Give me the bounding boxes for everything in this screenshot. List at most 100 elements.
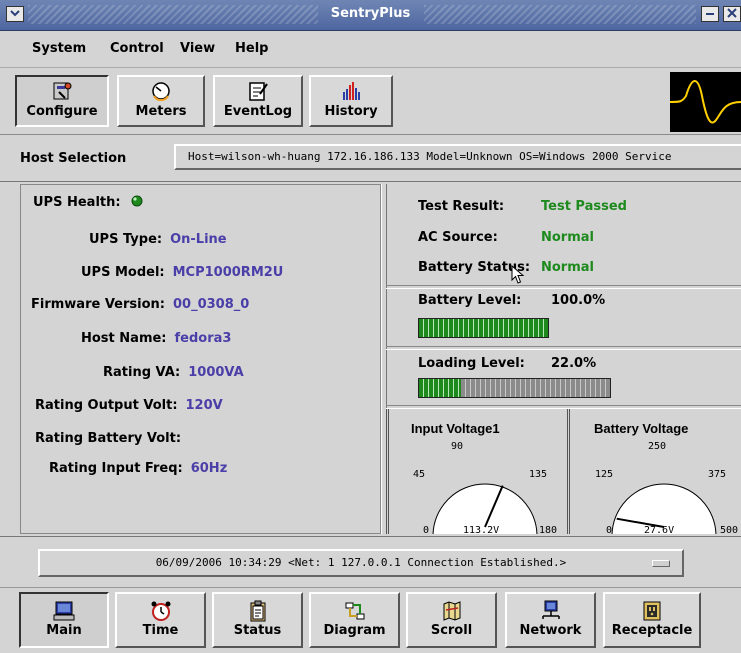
input-gauge-reading: 113.2V [463,525,499,534]
host-name-row: Host Name: fedora3 [81,331,231,346]
receptacle-label: Receptacle [611,623,693,638]
network-button[interactable]: Network [505,592,596,648]
menu-bar: System Control View Help [0,31,741,68]
battery-gauge-tick-375: 375 [708,469,726,480]
firmware-label: Firmware Version: [31,297,165,312]
input-gauge-tick-90: 90 [451,441,463,452]
rating-input-freq-row: Rating Input Freq: 60Hz [49,461,227,476]
ups-type-row: UPS Type: On-Line [89,232,227,247]
meters-button[interactable]: Meters [117,75,205,127]
ac-source-value: Normal [541,230,594,245]
health-status-icon [131,195,143,207]
host-selection-field[interactable]: Host=wilson-wh-huang 172.16.186.133 Mode… [174,144,741,170]
ac-source-label: AC Source: [418,230,498,245]
input-voltage-title: Input Voltage1 [411,421,500,436]
battery-level-label: Battery Level: [418,293,522,308]
loading-level-fill [419,379,461,397]
input-voltage-gauge-svg: Input Voltage1 90 45 135 0 180 113.2V [411,421,557,537]
menu-view-label: View [180,41,216,56]
input-gauge-tick-0: 0 [423,525,429,534]
battery-status-value: Normal [541,260,594,275]
status-message-field[interactable]: 06/09/2006 10:34:29 <Net: 1 127.0.0.1 Co… [38,549,684,577]
status-label: Status [233,623,282,638]
rating-va-label: Rating VA: [103,365,181,380]
battery-gauge-tick-250: 250 [648,441,666,452]
host-selection-bar: Host Selection Host=wilson-wh-huang 172.… [0,135,741,182]
rating-va-row: Rating VA: 1000VA [103,365,244,380]
loading-level-bar [418,378,611,398]
firmware-value: 00_0308_0 [173,297,250,312]
rating-battery-volt-row: Rating Battery Volt: [35,431,189,446]
minimize-icon [706,13,714,15]
ups-info-panel: UPS Health: UPS Type: On-Line UPS Model: M… [20,184,381,534]
test-result-value: Test Passed [541,199,627,214]
battery-gauge-tick-0: 0 [606,525,612,534]
rating-output-volt-value: 120V [185,398,223,413]
battery-voltage-title: Battery Voltage [594,421,688,436]
diagram-icon [345,602,364,620]
menu-system[interactable]: System [32,41,86,56]
rating-va-value: 1000VA [188,365,244,380]
ups-type-value: On-Line [170,232,227,247]
main-computer-icon [53,601,75,621]
status-button[interactable]: Status [212,592,303,648]
eventlog-button[interactable]: EventLog [213,75,303,127]
menu-help[interactable]: Help [235,41,268,56]
firmware-row: Firmware Version: 00_0308_0 [31,297,249,312]
configure-label: Configure [26,104,98,119]
minimize-button[interactable] [701,6,719,22]
diagram-label: Diagram [323,623,386,638]
rating-battery-volt-label: Rating Battery Volt: [35,431,182,446]
main-label: Main [46,623,82,638]
diagram-button[interactable]: Diagram [309,592,400,648]
status-message: 06/09/2006 10:34:29 <Net: 1 127.0.0.1 Co… [155,556,567,569]
event-log-icon [249,82,268,101]
scroll-label: Scroll [430,623,473,638]
history-label: History [324,104,378,119]
input-gauge-tick-180: 180 [539,525,557,534]
rating-output-volt-label: Rating Output Volt: [35,398,178,413]
ups-model-label: UPS Model: [81,265,165,280]
battery-gauge-tick-125: 125 [595,469,613,480]
receptacle-outlet-icon [643,601,661,621]
scroll-map-icon [443,601,460,621]
mouse-cursor-icon [511,265,525,284]
configure-button[interactable]: Configure [15,75,109,127]
title-bar[interactable]: SentryPlus [0,0,741,31]
rating-input-freq-value: 60Hz [190,461,228,476]
status-dropdown-button[interactable] [652,560,670,567]
ups-model-row: UPS Model: MCP1000RM2U [81,265,283,280]
rating-input-freq-label: Rating Input Freq: [49,461,183,476]
clipboard-icon [250,600,265,622]
host-name-value: fedora3 [174,331,232,346]
network-computer-icon [541,600,560,619]
history-button[interactable]: History [309,75,393,127]
ups-health-row: UPS Health: [33,195,143,210]
meters-label: Meters [135,104,187,119]
input-gauge-tick-135: 135 [529,469,547,480]
ups-health-label: UPS Health: [33,195,121,210]
divider-line [386,346,741,350]
battery-level-value: 100.0% [551,293,606,308]
receptacle-button[interactable]: Receptacle [603,592,701,648]
eventlog-label: EventLog [223,104,293,119]
close-button[interactable] [723,6,741,22]
loading-level-label: Loading Level: [418,356,525,371]
scroll-button[interactable]: Scroll [406,592,497,648]
waveform-display [670,72,741,132]
menu-view[interactable]: View [180,41,215,56]
rating-output-volt-row: Rating Output Volt: 120V [35,398,223,413]
ups-type-label: UPS Type: [89,232,163,247]
window-title: SentryPlus [330,6,411,21]
meter-gauge-icon [152,82,170,102]
status-bar: 06/09/2006 10:34:29 <Net: 1 127.0.0.1 Co… [0,536,741,587]
menu-control[interactable]: Control [110,41,164,56]
network-label: Network [519,623,582,638]
input-gauge-tick-45: 45 [413,469,425,480]
time-button[interactable]: Time [115,592,206,648]
loading-level-empty [461,379,610,397]
main-button[interactable]: Main [19,592,109,648]
host-selection-label: Host Selection [20,151,127,166]
test-result-label: Test Result: [418,199,505,214]
battery-voltage-gauge-svg: Battery Voltage 250 125 375 0 500 27.6V [594,421,738,537]
